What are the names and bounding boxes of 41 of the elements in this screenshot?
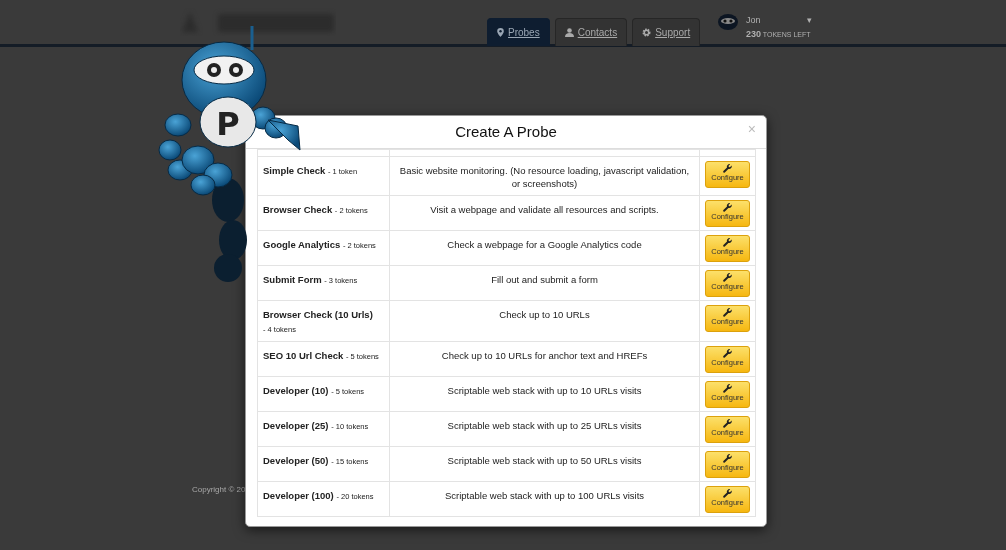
probe-description: Scriptable web stack with up to 50 URLs visits: [389, 446, 700, 482]
probe-name: Developer (50): [263, 454, 329, 466]
probe-description: Scriptable web stack with up to 25 URLs visits: [389, 411, 700, 447]
probe-description: Scriptable web stack with up to 100 URLs visits: [389, 481, 700, 517]
wrench-icon: [723, 272, 732, 282]
wrench-icon: [723, 383, 732, 393]
modal-title: Create A Probe: [455, 123, 557, 141]
probe-description: Fill out and submit a form: [389, 265, 700, 301]
probe-name: Browser Check (10 Urls): [263, 308, 373, 320]
probe-description: Check up to 10 URLs: [389, 300, 700, 342]
probe-name: Developer (25): [263, 419, 329, 431]
probe-description: Check up to 10 URLs for anchor text and HREFs: [389, 341, 700, 377]
probe-name: Google Analytics: [263, 238, 341, 250]
wrench-icon: [723, 237, 732, 247]
map-pin-icon: [497, 28, 504, 37]
nav-tab[interactable]: Probes: [487, 18, 550, 46]
wrench-icon: [723, 348, 732, 358]
wrench-icon: [723, 488, 732, 498]
wrench-icon: [723, 164, 732, 173]
wrench-icon: [723, 418, 732, 428]
nav-tab[interactable]: Support: [632, 18, 701, 46]
probe-description: Check a webpage for a Google Analytics code: [389, 230, 700, 266]
probe-description: Visit a webpage and validate all resources and scripts.: [389, 195, 700, 231]
robot-avatar-icon[interactable]: [718, 14, 738, 30]
probe-description: Basic website monitoring. (No resource loading, javascript validation, or screenshots): [389, 156, 700, 196]
probe-description: Scriptable web stack with up to 10 URLs visits: [389, 376, 700, 412]
probe-name: Browser Check: [263, 203, 333, 215]
probe-name: Developer (100): [263, 489, 334, 501]
user-name[interactable]: Jon: [746, 14, 761, 28]
person-icon: [564, 28, 574, 37]
wrench-icon: [723, 453, 732, 463]
probe-name: Submit Form: [263, 273, 322, 285]
copyright-text: Copyright © 20: [192, 484, 246, 496]
probe-name: Developer (10): [263, 384, 329, 396]
caret-icon[interactable]: ▾: [806, 14, 812, 28]
nav-tab[interactable]: Contacts: [554, 18, 628, 46]
wrench-icon: [723, 202, 732, 212]
wrench-icon: [723, 307, 732, 317]
probe-name: Simple Check: [263, 165, 326, 176]
probe-name: SEO 10 Url Check: [263, 349, 344, 361]
gear-icon: [642, 28, 652, 37]
